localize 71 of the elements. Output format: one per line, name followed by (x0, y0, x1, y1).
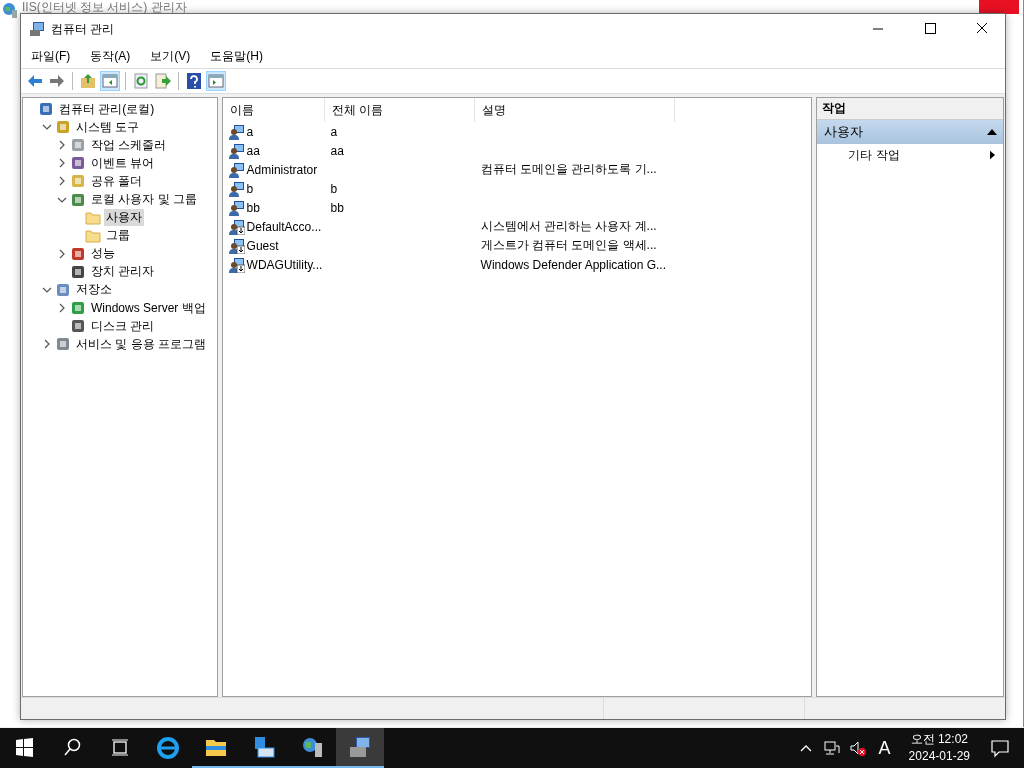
help-button[interactable] (184, 71, 204, 91)
up-button[interactable] (78, 71, 98, 91)
collapse-arrow-icon[interactable] (987, 129, 997, 135)
tree-node-icon (70, 155, 86, 172)
full-name: bb (330, 200, 344, 215)
tree-item[interactable]: 그룹 (104, 227, 132, 245)
tree-item[interactable]: Windows Server 백업 (89, 299, 208, 317)
tree-node-icon (38, 101, 54, 118)
column-header[interactable]: 전체 이름 (324, 98, 475, 122)
folder-icon (85, 227, 101, 244)
folder-icon (85, 209, 101, 226)
tree-button[interactable] (100, 71, 120, 91)
menu-item[interactable]: 보기(V) (150, 47, 191, 65)
tree-item[interactable]: 공유 폴더 (89, 172, 145, 190)
tree-node-icon (70, 318, 86, 335)
actions-title: 작업 (817, 98, 1003, 120)
user-name[interactable]: a (246, 124, 254, 139)
tree-node-icon (70, 137, 86, 154)
tree-item[interactable]: 이벤트 뷰어 (89, 154, 157, 172)
section-title: 사용자 (824, 123, 864, 141)
menu-item[interactable]: 파일(F) (31, 47, 71, 65)
tree-item[interactable]: 사용자 (104, 209, 144, 227)
compmgmt-taskbar-button[interactable] (336, 728, 384, 768)
full-name: b (330, 181, 338, 196)
computer-icon (29, 21, 45, 37)
user-name[interactable]: aa (246, 143, 260, 158)
input-method-indicator[interactable]: A (878, 737, 891, 759)
computer-icon (348, 735, 372, 759)
user-name[interactable]: Administrator (246, 162, 318, 177)
tree-item[interactable]: 서비스 및 응용 프로그램 (74, 335, 208, 353)
tree-item[interactable]: 로컬 사용자 및 그룹 (89, 191, 199, 208)
window-title: 컴퓨터 관리 (51, 20, 115, 38)
menu-item[interactable]: 도움말(H) (210, 47, 263, 65)
description: 컴퓨터 도메인을 관리하도록 기... (480, 161, 657, 178)
export-button[interactable] (153, 71, 173, 91)
notification-icon[interactable] (990, 738, 1010, 758)
tree-node-icon (70, 300, 86, 317)
tree-node-icon (70, 245, 86, 262)
tree-item[interactable]: 작업 스케줄러 (89, 136, 169, 154)
tree-item[interactable]: 성능 (89, 245, 117, 263)
tree-node-icon (55, 119, 71, 136)
user-name[interactable]: b (246, 181, 254, 196)
globe-icon (2, 2, 18, 18)
muted-speaker-icon[interactable] (849, 740, 866, 756)
window-title: IIS(인터넷 정보 서비스) 관리자 (22, 0, 187, 16)
tree-item[interactable]: 저장소 (74, 281, 114, 299)
action-link[interactable]: 기타 작업 (848, 146, 900, 164)
tree-node-icon (70, 191, 86, 208)
menu-item[interactable]: 동작(A) (90, 47, 131, 65)
section-header[interactable]: 사용자 (817, 120, 1003, 144)
server-icon (252, 735, 276, 759)
tree-node-icon (70, 263, 86, 280)
description: 게스트가 컴퓨터 도메인을 액세... (480, 237, 657, 254)
column-header[interactable]: 설명 (474, 98, 675, 122)
user-name[interactable]: bb (246, 200, 260, 215)
description: Windows Defender Application G... (480, 257, 667, 272)
globe-server-icon (300, 735, 324, 759)
description: 시스템에서 관리하는 사용자 계... (480, 218, 657, 235)
refresh-button[interactable] (131, 71, 151, 91)
full-name: aa (330, 143, 344, 158)
network-icon[interactable] (823, 740, 840, 756)
column-header[interactable]: 이름 (222, 98, 325, 122)
tree-node-icon (55, 336, 71, 353)
tree-item[interactable]: 컴퓨터 관리(로컬) (57, 100, 157, 118)
clock[interactable]: 오전 12:02 2024-01-29 (908, 731, 970, 765)
tree-node-icon (70, 173, 86, 190)
tree-item[interactable]: 장치 관리자 (89, 263, 157, 281)
tree-node-icon (55, 282, 71, 298)
full-name: a (330, 124, 338, 139)
tree-item[interactable]: 디스크 관리 (89, 317, 157, 335)
tree-item[interactable]: 시스템 도구 (74, 118, 142, 136)
